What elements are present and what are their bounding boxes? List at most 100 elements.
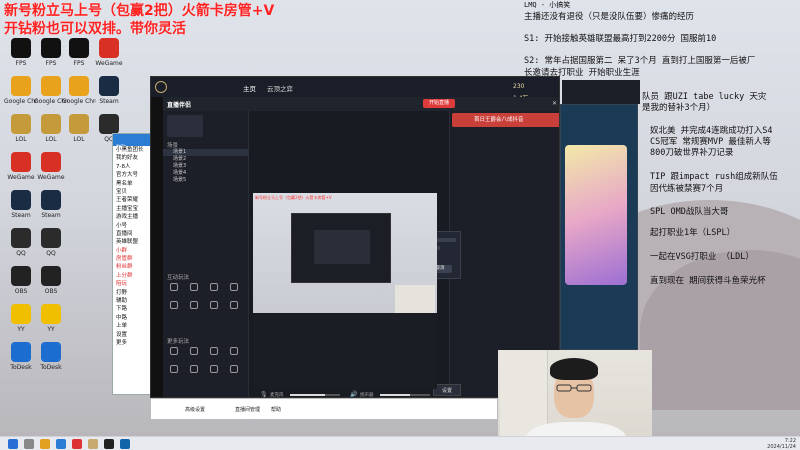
start-button-icon[interactable] [8,439,18,449]
tab-home[interactable]: 主页 [243,83,256,93]
desktop-icon-label: OBS [14,288,28,295]
desktop-icon[interactable]: OBS [4,266,38,304]
tool-icon[interactable] [187,301,201,315]
tool-icon[interactable] [207,365,221,379]
desktop-icon[interactable]: Google Chrome [62,76,96,114]
bio-line: 一起在VSG打职业 （LDL） [650,252,754,262]
tool-icon[interactable] [167,347,181,361]
taskbar-app-icon[interactable] [88,439,98,449]
tool-icon[interactable] [207,347,221,361]
desktop-icon[interactable]: FPS [4,38,38,76]
mic-volume-slider[interactable] [290,394,340,396]
app-icon [11,304,31,324]
tool-glyph-icon [230,301,238,309]
tool-icon[interactable] [187,283,201,297]
client-sidebar [151,97,163,397]
taskbar-app-icon[interactable] [40,439,50,449]
bio-line: 主播还没有退役（只是没队伍要）惨痛的经历 [524,12,695,22]
taskbar: 7:22 2024/11/24 [0,436,800,450]
bio-line: 直到现在 期间获得斗鱼荣光杯 [650,276,766,286]
tool-glyph-icon [190,365,198,373]
advanced-settings-link[interactable]: 高级设置 [185,406,205,413]
desktop-icon[interactable]: WeGame [34,152,68,190]
tool-icon[interactable] [187,365,201,379]
scene-item[interactable]: 场景1 [163,149,249,156]
preview-bottom-area [253,313,437,389]
tool-icon[interactable] [167,365,181,379]
app-icon [11,342,31,362]
desktop-icon-label: LOL [73,136,85,143]
desktop-icon[interactable]: YY [4,304,38,342]
tool-icon[interactable] [207,301,221,315]
bio-line: SPL OMD战队当大哥 [650,207,729,217]
speaker-volume-slider[interactable] [380,394,430,396]
desktop-icon[interactable]: ToDesk [4,342,38,380]
desktop-icon-label: YY [17,326,25,333]
desktop-icon[interactable]: QQ [4,228,38,266]
bottom-toolbar: 高级设置 直播间管理 帮助 [150,398,498,420]
settings-button[interactable]: 设置 [433,384,461,396]
desktop-icon[interactable]: Steam [92,76,126,114]
help-link[interactable]: 帮助 [271,406,281,413]
desktop-icon[interactable]: YY [34,304,68,342]
scene-item[interactable]: 场景2 [163,156,249,163]
desktop-icon[interactable]: Google Chrome [4,76,38,114]
app-icon [41,38,61,58]
tool-glyph-icon [190,301,198,309]
taskbar-clock[interactable]: 7:22 2024/11/24 [767,438,796,450]
taskbar-app-icon[interactable] [56,439,66,449]
app-icon [41,152,61,172]
more-tools-label: 更多玩法 [167,339,190,345]
bio-line: 起打职业1年（LSPL） [650,228,736,238]
app-icon [11,190,31,210]
desktop-icon-label: ToDesk [10,364,32,371]
desktop-icon[interactable]: LOL [62,114,96,152]
taskbar-app-icon[interactable] [72,439,82,449]
tool-icon[interactable] [167,301,181,315]
preview-nested-preview [314,230,370,264]
taskbar-app-icon[interactable] [24,439,34,449]
scene-item[interactable]: 场景4 [163,170,249,177]
scene-item[interactable]: 场景5 [163,177,249,184]
desktop-icon[interactable]: Steam [4,190,38,228]
desktop-icon[interactable]: WeGame [92,38,126,76]
webcam-person-glasses [556,384,592,392]
taskbar-app-icon[interactable] [104,439,114,449]
taskbar-app-icon[interactable] [120,439,130,449]
desktop-icon-label: FPS [73,60,85,67]
app-icon [41,342,61,362]
desktop-icon-label: Google Chrome [62,98,96,105]
desktop-icon[interactable]: WeGame [4,152,38,190]
desktop-icon[interactable]: Steam [34,190,68,228]
scene-item[interactable]: 场景3 [163,163,249,170]
mic-icon[interactable]: 🎙 [260,391,268,397]
speaker-icon[interactable]: 🔊 [350,391,357,397]
room-manage-link[interactable]: 直播间管理 [235,406,260,413]
tool-icon[interactable] [227,283,241,297]
scene-thumbnail[interactable] [167,115,203,137]
tool-icon[interactable] [207,283,221,297]
tool-icon[interactable] [187,347,201,361]
bio-line: TIP 跟impact rush组成新队伍 [650,172,778,182]
tool-icon[interactable] [227,301,241,315]
desktop-icon[interactable]: OBS [34,266,68,304]
desktop-icon-label: LOL [15,136,27,143]
tool-icon[interactable] [227,347,241,361]
tool-icon[interactable] [227,365,241,379]
app-icon [11,152,31,172]
desktop-icon[interactable]: LOL [4,114,38,152]
desktop-icon[interactable]: QQ [34,228,68,266]
stream-overlay-text: 新号粉立马上号（包赢2把）火箭卡房管+V 开钻粉也可以双排。带你灵活 [4,2,274,38]
desktop-icon[interactable]: ToDesk [34,342,68,380]
streamer-bio-overlay: LMQ - 小搞笑 主播还没有退役（只是没队伍要）惨痛的经历 S1: 开始接触英… [522,0,800,300]
bio-line: 因代练被禁赛7个月 [650,184,724,194]
app-icon [69,76,89,96]
tab-tft[interactable]: 云顶之弈 [267,83,293,93]
start-live-button[interactable]: 开始直播 [423,99,455,108]
preview-nested-window [291,213,391,283]
desktop-icon-label: QQ [16,250,26,257]
tool-glyph-icon [210,347,218,355]
bio-line: S1: 开始接触英雄联盟最高打到2200分 国服前10 [524,34,717,44]
desktop-icon[interactable]: FPS [62,38,96,76]
tool-icon[interactable] [167,283,181,297]
